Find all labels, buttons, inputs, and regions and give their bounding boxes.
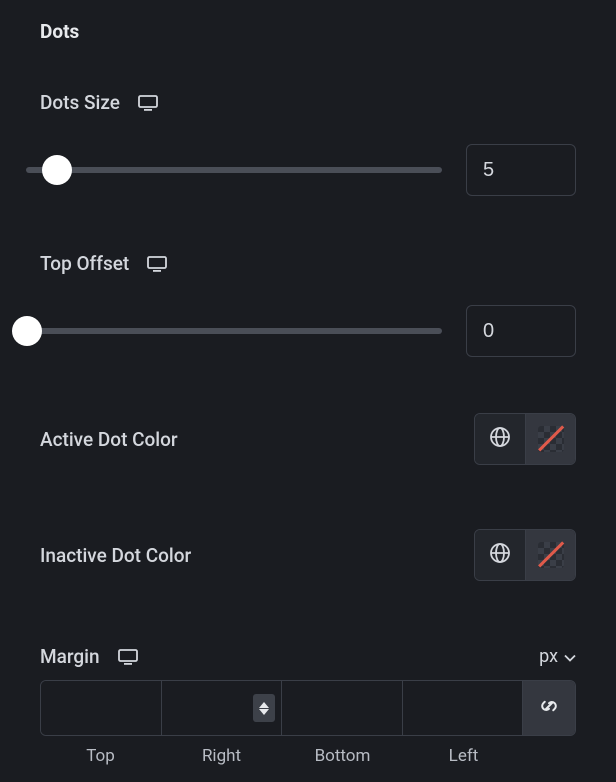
margin-left-cell: [403, 681, 524, 735]
dots-size-label: Dots Size: [40, 91, 120, 114]
dots-size-group: Dots Size: [40, 91, 576, 196]
margin-right-cell: [162, 681, 283, 735]
margin-bottom-cell: [282, 681, 403, 735]
inactive-dot-color-row: Inactive Dot Color: [40, 529, 576, 581]
margin-right-sublabel: Right: [161, 746, 282, 766]
globe-icon: [489, 426, 511, 453]
dots-size-slider[interactable]: [26, 154, 442, 186]
section-title: Dots: [40, 20, 576, 43]
slider-thumb[interactable]: [12, 316, 42, 346]
margin-bottom-input[interactable]: [282, 681, 402, 735]
chevron-down-icon: [564, 646, 576, 667]
margin-group: Margin px: [40, 645, 576, 766]
arrow-up-icon: [259, 702, 269, 708]
responsive-desktop-icon[interactable]: [118, 649, 138, 665]
margin-link-button[interactable]: [523, 681, 575, 735]
inactive-dot-color-label: Inactive Dot Color: [40, 544, 191, 567]
top-offset-input[interactable]: [466, 305, 576, 357]
global-color-button[interactable]: [475, 530, 525, 580]
active-dot-color-label: Active Dot Color: [40, 428, 178, 451]
margin-top-sublabel: Top: [40, 746, 161, 766]
margin-left-sublabel: Left: [403, 746, 524, 766]
responsive-desktop-icon[interactable]: [147, 256, 167, 272]
global-color-button[interactable]: [475, 414, 525, 464]
margin-bottom-sublabel: Bottom: [282, 746, 403, 766]
margin-top-input[interactable]: [41, 681, 161, 735]
margin-top-cell: [41, 681, 162, 735]
top-offset-label: Top Offset: [40, 252, 129, 275]
arrow-down-icon: [259, 709, 269, 715]
active-dot-color-row: Active Dot Color: [40, 413, 576, 465]
margin-left-input[interactable]: [403, 681, 523, 735]
dots-size-input[interactable]: [466, 144, 576, 196]
responsive-desktop-icon[interactable]: [138, 95, 158, 111]
active-dot-color-swatch[interactable]: [525, 414, 575, 464]
unit-value: px: [539, 646, 558, 667]
slider-thumb[interactable]: [42, 155, 72, 185]
number-stepper[interactable]: [253, 694, 275, 722]
globe-icon: [489, 542, 511, 569]
margin-label: Margin: [40, 645, 100, 668]
top-offset-group: Top Offset: [40, 252, 576, 357]
margin-unit-select[interactable]: px: [539, 646, 576, 667]
inactive-dot-color-swatch[interactable]: [525, 530, 575, 580]
link-icon: [538, 695, 560, 722]
top-offset-slider[interactable]: [12, 315, 442, 347]
